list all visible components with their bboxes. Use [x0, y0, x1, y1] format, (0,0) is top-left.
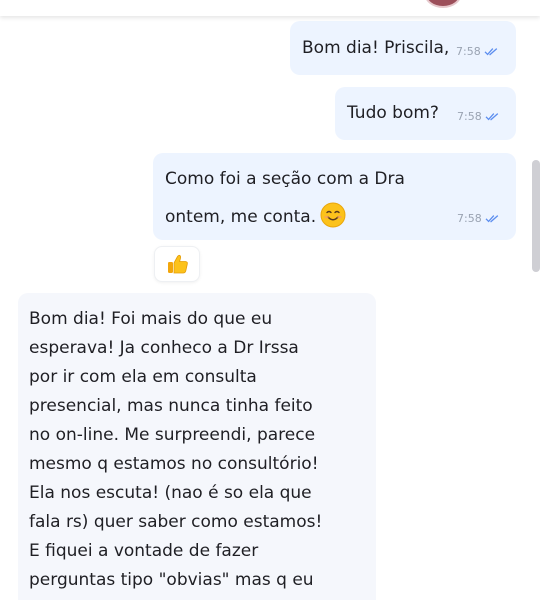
message-text-line: esperava! Ja conheco a Dr Irssa — [29, 338, 299, 358]
message-text-line: Como foi a seção com a Dra — [165, 169, 405, 189]
smiling-face-emoji-icon — [320, 202, 346, 228]
message-meta: 7:58 — [457, 212, 499, 225]
message-incoming[interactable]: Bom dia! Foi mais do que eu esperava! Ja… — [18, 293, 376, 600]
avatar[interactable] — [424, 0, 462, 8]
message-text-line: perguntas tipo "obvias" mas q eu — [29, 570, 314, 590]
message-text-line: presencial, mas nunca tinha feito — [29, 396, 313, 416]
message-text-line: por ir com ela em consulta — [29, 367, 257, 387]
message-text-line: mesmo q estamos no consultório! — [29, 454, 319, 474]
read-receipt-icon — [485, 214, 499, 223]
message-time: 7:58 — [456, 45, 481, 58]
message-text-line: fala rs) quer saber como estamos! — [29, 512, 323, 532]
message-text-line: Bom dia! Foi mais do que eu — [29, 309, 273, 329]
message-text: ontem, me conta. — [165, 207, 317, 227]
message-text-line: ontem, me conta. — [165, 202, 346, 228]
message-outgoing[interactable]: Bom dia! Priscila, 7:58 — [290, 21, 516, 75]
message-reaction[interactable] — [154, 246, 200, 282]
scrollbar-thumb[interactable] — [532, 160, 540, 272]
message-outgoing[interactable]: Como foi a seção com a Dra ontem, me con… — [153, 153, 516, 240]
message-time: 7:58 — [457, 212, 482, 225]
message-meta: 7:58 — [456, 45, 498, 58]
message-text: Tudo bom? — [347, 103, 439, 123]
message-meta: 7:58 — [457, 110, 499, 123]
message-outgoing[interactable]: Tudo bom? 7:58 — [335, 87, 516, 140]
message-time: 7:58 — [457, 110, 482, 123]
chat-header — [0, 0, 540, 16]
message-text-line: E fiquei a vontade de fazer — [29, 541, 259, 561]
message-text: Bom dia! Priscila, — [302, 38, 450, 58]
read-receipt-icon — [484, 47, 498, 56]
message-text-line: no on-line. Me surpreendi, parece — [29, 425, 316, 445]
message-text-line: Ela nos escuta! (nao é so ela que — [29, 483, 312, 503]
chat-screen: Bom dia! Priscila, 7:58 Tudo bom? 7:58 C… — [0, 0, 540, 600]
read-receipt-icon — [485, 112, 499, 121]
